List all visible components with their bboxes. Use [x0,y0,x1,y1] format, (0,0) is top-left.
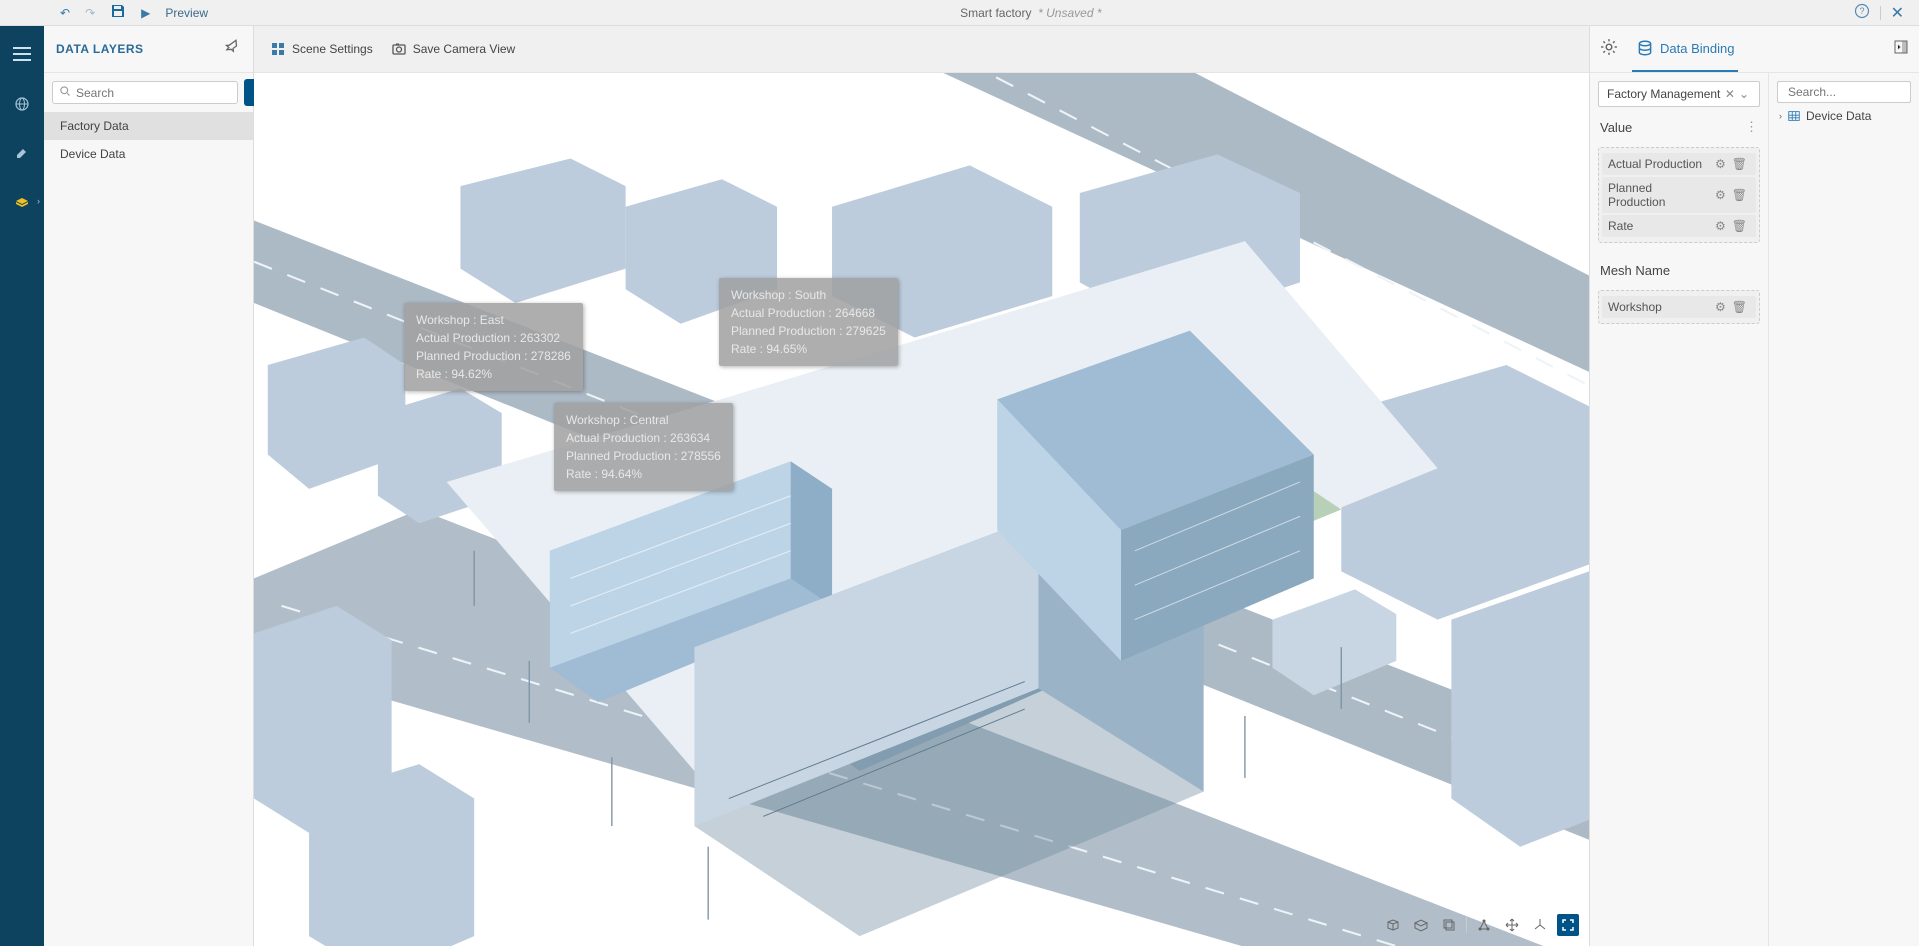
viewport-tools [1382,914,1579,936]
panel-title: DATA LAYERS [56,42,144,56]
mesh-item[interactable]: Workshop ⚙ 🗑 [1602,296,1756,318]
table-icon [1787,109,1801,123]
hamburger-menu-icon[interactable] [8,40,36,68]
pipe-icon[interactable] [8,140,36,168]
gear-icon[interactable]: ⚙ [1712,188,1729,202]
save-icon[interactable] [110,3,126,22]
value-item[interactable]: Actual Production ⚙ 🗑 [1602,153,1756,175]
tooltip-east: Workshop : East Actual Production : 2633… [404,303,583,391]
trash-icon[interactable]: 🗑 [1729,188,1750,202]
tree-item-factory-data[interactable]: Factory Data [44,112,253,140]
value-list: Actual Production ⚙ 🗑 Planned Production… [1598,147,1760,243]
tab-data-binding[interactable]: Data Binding [1632,26,1738,72]
expand-icon[interactable] [1557,914,1579,936]
search-icon [59,85,71,100]
mesh-header: Mesh Name [1600,263,1670,278]
tree-item-device-data[interactable]: › Device Data [1777,103,1911,129]
gear-icon[interactable]: ⚙ [1712,157,1729,171]
search-input[interactable] [52,81,238,104]
close-icon[interactable]: ✕ [1891,3,1904,23]
clear-icon[interactable]: ✕ [1723,87,1737,101]
scene-settings-button[interactable]: Scene Settings [270,41,373,57]
settings-gear-icon[interactable] [1600,38,1618,61]
globe-icon[interactable] [8,90,36,118]
trash-icon[interactable]: 🗑 [1729,219,1750,233]
left-panel: DATA LAYERS ＋ Add Factory Data Device Da… [44,26,254,946]
pin-icon[interactable] [225,39,241,60]
collapse-panel-icon[interactable] [1893,39,1909,60]
chevron-down-icon[interactable]: ⌄ [1737,87,1751,101]
preview-button[interactable]: Preview [165,6,208,20]
mesh-list: Workshop ⚙ 🗑 [1598,290,1760,324]
axes-icon[interactable] [1529,914,1551,936]
svg-text:?: ? [1859,6,1864,16]
node-icon[interactable] [1473,914,1495,936]
gear-icon[interactable]: ⚙ [1712,300,1729,314]
divider [1466,917,1467,933]
more-icon[interactable]: ⋮ [1745,119,1758,135]
chevron-right-icon: › [1779,111,1782,121]
value-item[interactable]: Rate ⚙ 🗑 [1602,215,1756,237]
right-search-input[interactable] [1777,81,1911,103]
tree-item-device-data[interactable]: Device Data [44,140,253,168]
play-icon[interactable]: ▶ [141,6,150,20]
layers-icon[interactable]: › [8,190,36,218]
divider [1880,6,1881,20]
top-toolbar: ↶ ↷ ▶ Preview Smart factory * Unsaved * … [0,0,1919,26]
left-rail: › [0,26,44,946]
viewport[interactable]: Workshop : East Actual Production : 2633… [254,73,1589,946]
help-icon[interactable]: ? [1854,3,1870,22]
move-icon[interactable] [1501,914,1523,936]
save-camera-button[interactable]: Save Camera View [391,41,516,57]
cube-persp-icon[interactable] [1410,914,1432,936]
scene-toolbar: Scene Settings Save Camera View [254,26,1589,73]
trash-icon[interactable]: 🗑 [1729,300,1750,314]
cube-wire-icon[interactable] [1438,914,1460,936]
right-panel: Data Binding Factory Management ✕ ⌄ Valu… [1589,26,1919,946]
redo-icon[interactable]: ↷ [85,6,95,20]
tooltip-central: Workshop : Central Actual Production : 2… [554,403,733,491]
value-header: Value [1600,120,1632,135]
value-item[interactable]: Planned Production ⚙ 🗑 [1602,177,1756,213]
tooltip-south: Workshop : South Actual Production : 264… [719,278,898,366]
cube-front-icon[interactable] [1382,914,1404,936]
gear-icon[interactable]: ⚙ [1712,219,1729,233]
undo-icon[interactable]: ↶ [60,6,70,20]
trash-icon[interactable]: 🗑 [1729,157,1750,171]
3d-scene [254,73,1589,946]
document-title: Smart factory * Unsaved * [208,6,1854,20]
binding-selector[interactable]: Factory Management ✕ ⌄ [1598,81,1760,107]
